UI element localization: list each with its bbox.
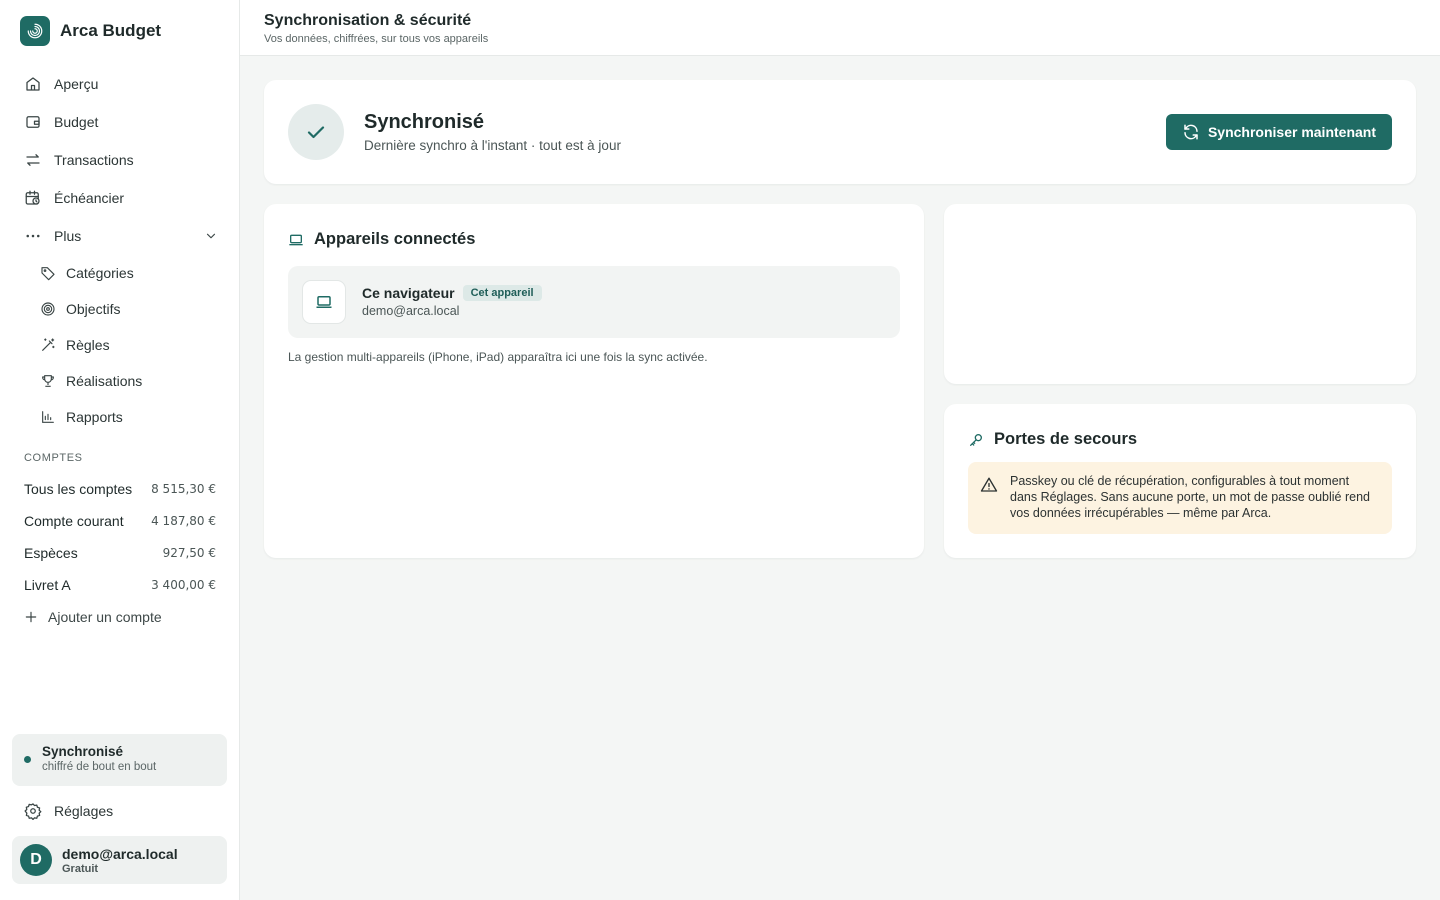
account-item-especes[interactable]: Espèces 927,50 € <box>24 537 216 569</box>
add-account-button[interactable]: Ajouter un compte <box>24 603 162 631</box>
wallet-icon <box>26 116 40 128</box>
nav-item-echeancier[interactable]: Échéancier <box>12 179 228 217</box>
nav-item-plus[interactable]: Plus <box>12 217 228 255</box>
account-amount: 3 400,00 € <box>151 578 216 592</box>
account-name: Livret A <box>24 577 71 593</box>
nav-item-label: Plus <box>54 228 82 244</box>
settings-link[interactable]: Réglages <box>24 798 113 824</box>
warning-line: Passkey ou clé de récupération, configur… <box>1010 474 1350 488</box>
user-plan: Gratuit <box>62 862 99 875</box>
rescue-title: Portes de secours <box>968 430 1137 449</box>
current-device-badge: Cet appareil <box>462 285 542 301</box>
refresh-icon <box>1184 124 1198 140</box>
check-icon <box>307 126 325 139</box>
main-nav: Aperçu Budget Transactions Échéancier Pl… <box>12 65 228 435</box>
sync-now-label: Synchroniser maintenant <box>1207 124 1376 140</box>
nav-item-label: Objectifs <box>66 301 121 317</box>
user-info: demo@arca.local Gratuit <box>62 846 178 875</box>
rescue-warning: Passkey ou clé de récupération, configur… <box>968 462 1392 534</box>
gear-icon <box>24 803 42 820</box>
nav-submenu: Catégories Objectifs Règles Réalisations… <box>12 255 228 435</box>
nav-item-label: Aperçu <box>54 76 99 92</box>
chevron-down-icon <box>206 233 216 239</box>
device-row[interactable]: Ce navigateur Cet appareil demo@arca.loc… <box>288 266 900 338</box>
nav-item-transactions[interactable]: Transactions <box>12 141 228 179</box>
avatar: D <box>20 844 52 876</box>
plus-icon <box>25 611 37 623</box>
rescue-doors-card: Portes de secours Passkey ou clé de récu… <box>944 404 1416 558</box>
rescue-title-label: Portes de secours <box>994 430 1138 448</box>
page-header: Synchronisation & sécurité Vos données, … <box>240 0 1440 56</box>
account-amount: 927,50 € <box>162 546 216 560</box>
page-subtitle: Vos données, chiffrées, sur tous vos app… <box>264 33 489 45</box>
calendar-clock-icon <box>25 190 40 205</box>
nav-item-realisations[interactable]: Réalisations <box>28 363 228 399</box>
magic-wand-icon <box>42 338 55 351</box>
key-icon <box>970 433 982 446</box>
add-account-label: Ajouter un compte <box>48 609 162 625</box>
nav-item-rapports[interactable]: Rapports <box>28 399 228 435</box>
status-title: Synchronisé <box>364 111 485 133</box>
account-name: Tous les comptes <box>24 481 133 497</box>
account-item-compte-courant[interactable]: Compte courant 4 187,80 € <box>24 505 216 537</box>
trophy-icon <box>42 375 54 387</box>
nav-item-budget[interactable]: Budget <box>12 103 228 141</box>
account-amount: 4 187,80 € <box>151 514 216 528</box>
nav-item-label: Budget <box>54 114 99 130</box>
nav-item-objectifs[interactable]: Objectifs <box>28 291 228 327</box>
sync-status-title: Synchronisé <box>42 744 124 759</box>
nav-item-label: Catégories <box>66 265 134 281</box>
device-name: Ce navigateur Cet appareil <box>362 285 542 301</box>
devices-note: La gestion multi-appareils (iPhone, iPad… <box>288 350 708 364</box>
settings-label: Réglages <box>54 803 114 819</box>
warning-line: vos données irrécupérables — même par Ar… <box>1010 506 1272 520</box>
devices-title-label: Appareils connectés <box>314 230 476 248</box>
device-name-label: Ce navigateur <box>362 285 455 301</box>
nav-item-categories[interactable]: Catégories <box>28 255 228 291</box>
brand-name: Arca Budget <box>60 21 162 40</box>
account-amount: 8 515,30 € <box>151 482 216 496</box>
check-circle <box>288 104 344 160</box>
account-item-all[interactable]: Tous les comptes 8 515,30 € <box>24 473 216 505</box>
nav-item-label: Règles <box>66 337 110 353</box>
empty-card <box>944 204 1416 384</box>
sidebar: Arca Budget Aperçu Budget Transactions É… <box>0 0 240 900</box>
account-name: Espèces <box>24 545 78 561</box>
device-icon-box <box>302 280 346 324</box>
nav-item-regles[interactable]: Règles <box>28 327 228 363</box>
nav-item-apercu[interactable]: Aperçu <box>12 65 228 103</box>
sync-status-subtitle: chiffré de bout en bout <box>42 761 157 773</box>
warning-triangle-icon <box>980 477 998 492</box>
bar-chart-icon <box>42 411 54 423</box>
sidebar-sync-status[interactable]: Synchronisé chiffré de bout en bout <box>12 734 227 786</box>
nav-item-label: Rapports <box>66 409 123 425</box>
laptop-icon <box>289 234 303 245</box>
connected-devices-card: Appareils connectés Ce navigateur Cet ap… <box>264 204 924 558</box>
nav-item-label: Transactions <box>54 152 134 168</box>
user-email: demo@arca.local <box>62 845 178 862</box>
nav-item-label: Échéancier <box>54 190 125 206</box>
tag-icon <box>41 267 55 281</box>
warning-line: dans Réglages. Sans aucune porte, un mot… <box>1010 490 1370 504</box>
account-item-livret-a[interactable]: Livret A 3 400,00 € <box>24 569 216 601</box>
page-title: Synchronisation & sécurité <box>264 12 472 29</box>
accounts-section-title: COMPTES <box>24 452 83 464</box>
sync-status-card: Synchronisé Dernière synchro à l'instant… <box>264 80 1416 184</box>
status-subtitle: Dernière synchro à l'instant · tout est … <box>364 138 621 153</box>
home-icon <box>26 77 40 91</box>
sync-status-dot <box>24 756 31 763</box>
laptop-icon <box>316 296 332 308</box>
nav-item-label: Réalisations <box>66 373 143 389</box>
device-email: demo@arca.local <box>362 304 460 318</box>
target-icon <box>41 302 55 316</box>
arrows-swap-icon <box>26 154 40 166</box>
brand-logo-icon <box>20 16 50 46</box>
user-profile[interactable]: D demo@arca.local Gratuit <box>12 836 227 884</box>
brand[interactable]: Arca Budget <box>20 16 161 46</box>
sync-now-button[interactable]: Synchroniser maintenant <box>1165 114 1392 150</box>
devices-title: Appareils connectés <box>288 230 475 249</box>
more-dots-icon <box>26 234 40 238</box>
accounts-list: Tous les comptes 8 515,30 € Compte coura… <box>24 473 216 601</box>
account-name: Compte courant <box>24 513 124 529</box>
